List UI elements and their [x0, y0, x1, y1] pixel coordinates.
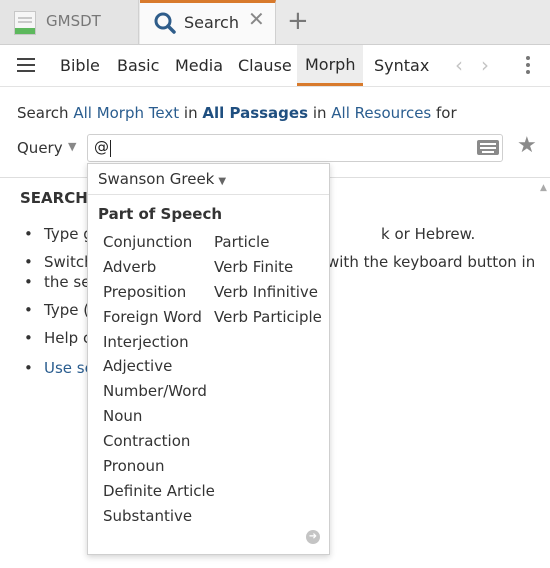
chevron-right-icon[interactable]: › [481, 55, 489, 75]
document-thumbnail-icon [14, 11, 36, 35]
query-type-label[interactable]: Query [17, 139, 63, 157]
tab-search[interactable]: Search ✕ [140, 0, 276, 44]
tab-search-label: Search [184, 13, 239, 32]
add-tab-icon[interactable]: + [287, 8, 309, 34]
scroll-up-icon[interactable]: ▲ [540, 183, 547, 193]
query-input[interactable]: @ [87, 134, 503, 162]
chevron-down-icon: ▼ [218, 176, 227, 187]
search-in-2: in [312, 104, 327, 122]
text-cursor [110, 140, 111, 157]
chevron-down-icon[interactable]: ▼ [68, 140, 76, 153]
search-icon [154, 12, 176, 34]
pos-column-2: Particle Verb Finite Verb Infinitive Ver… [214, 230, 322, 330]
lexicon-label: Swanson Greek [98, 170, 215, 188]
pos-option[interactable]: Foreign Word [103, 305, 215, 330]
pos-option[interactable]: Number/Word [103, 379, 215, 404]
search-prefix: Search [17, 104, 69, 122]
query-input-value: @ [94, 138, 109, 156]
part-of-speech-heading: Part of Speech [98, 205, 223, 223]
hamburger-menu-icon[interactable] [17, 58, 35, 72]
pos-option[interactable]: Substantive [103, 504, 215, 529]
nav-item-clause[interactable]: Clause [230, 45, 300, 86]
pos-option[interactable]: Contraction [103, 429, 215, 454]
pos-option[interactable]: Definite Article [103, 479, 215, 504]
more-options-icon[interactable] [526, 56, 530, 77]
tab-gmsdt-label: GMSDT [46, 12, 101, 30]
nav-item-basic[interactable]: Basic [109, 45, 167, 86]
keyboard-icon[interactable] [477, 140, 499, 155]
pos-column-1: Conjunction Adverb Preposition Foreign W… [103, 230, 215, 529]
nav-item-morph[interactable]: Morph [297, 45, 364, 86]
pos-option[interactable]: Adverb [103, 255, 215, 280]
close-tab-icon[interactable]: ✕ [248, 9, 265, 29]
resources-link[interactable]: All Resources [331, 104, 431, 122]
tab-gmsdt[interactable]: GMSDT [0, 0, 139, 44]
pos-option[interactable]: Pronoun [103, 454, 215, 479]
search-suffix: for [436, 104, 457, 122]
passages-link[interactable]: All Passages [202, 104, 308, 122]
text-scope-link[interactable]: All Morph Text [73, 104, 179, 122]
search-type-nav: Bible Basic Media Clause Morph Syntax ‹ … [0, 45, 550, 87]
help-title: SEARCH [20, 189, 88, 207]
pos-option[interactable]: Verb Finite [214, 255, 322, 280]
popup-divider [88, 194, 329, 195]
arrow-right-icon[interactable]: ➜ [306, 530, 320, 544]
chevron-left-icon[interactable]: ‹ [455, 55, 463, 75]
pos-option[interactable]: Adjective [103, 354, 215, 379]
nav-item-syntax[interactable]: Syntax [366, 45, 437, 86]
lexicon-selector[interactable]: Swanson Greek ▼ [98, 170, 226, 188]
pos-option[interactable]: Preposition [103, 280, 215, 305]
nav-item-bible[interactable]: Bible [52, 45, 108, 86]
nav-item-media[interactable]: Media [167, 45, 231, 86]
pos-option[interactable]: Conjunction [103, 230, 215, 255]
pos-option[interactable]: Verb Infinitive [214, 280, 322, 305]
pos-option[interactable]: Noun [103, 404, 215, 429]
pos-option[interactable]: Interjection [103, 330, 215, 355]
search-in-1: in [183, 104, 198, 122]
star-icon[interactable]: ★ [517, 134, 537, 158]
search-scope-line: Search All Morph Text in All Passages in… [17, 104, 457, 122]
pos-option[interactable]: Particle [214, 230, 322, 255]
morph-autocomplete-popup: Swanson Greek ▼ Part of Speech Conjunctio… [87, 163, 330, 555]
pos-option[interactable]: Verb Participle [214, 305, 322, 330]
tab-strip: GMSDT Search ✕ + [0, 0, 550, 45]
